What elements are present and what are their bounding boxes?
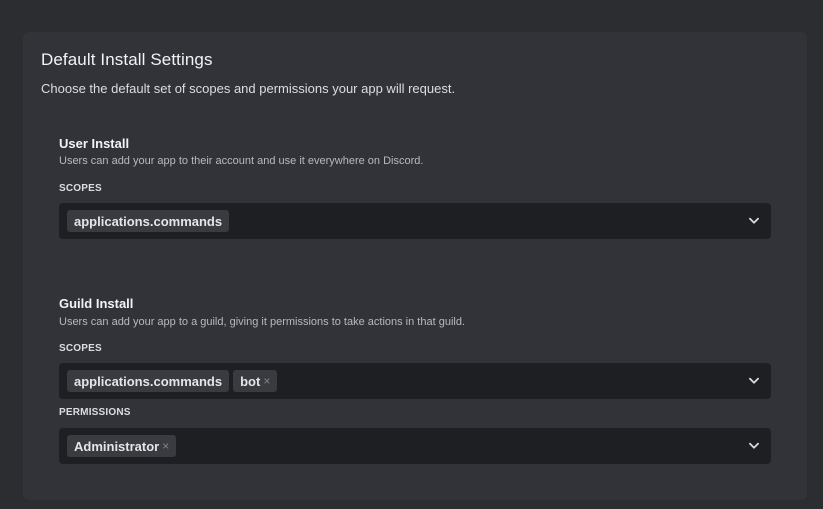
permission-chip: Administrator ×: [67, 435, 177, 457]
default-install-settings-panel: Default Install Settings Choose the defa…: [23, 32, 807, 500]
close-icon[interactable]: ×: [162, 439, 169, 453]
panel-description: Choose the default set of scopes and per…: [41, 81, 456, 96]
guild-install-permissions-label: PERMISSIONS: [59, 407, 131, 418]
chevron-down-icon[interactable]: [747, 439, 761, 453]
guild-install-scopes-select[interactable]: applications.commands bot ×: [59, 363, 771, 399]
guild-install-scopes-label: SCOPES: [59, 343, 102, 354]
chevron-down-icon[interactable]: [747, 214, 761, 228]
guild-install-permissions-select[interactable]: Administrator ×: [59, 428, 771, 464]
scope-chip: applications.commands: [67, 210, 230, 232]
scope-chip: bot ×: [233, 370, 278, 392]
user-install-title: User Install: [59, 136, 130, 151]
guild-install-title: Guild Install: [59, 296, 134, 311]
scope-chip-label: bot: [240, 373, 261, 389]
panel-title: Default Install Settings: [41, 50, 213, 69]
user-install-scopes-label: SCOPES: [59, 183, 102, 194]
user-install-description: Users can add your app to their account …: [59, 155, 424, 167]
chevron-down-icon[interactable]: [747, 374, 761, 388]
scope-chip-label: applications.commands: [74, 213, 223, 229]
scope-chip-label: applications.commands: [74, 373, 223, 389]
close-icon[interactable]: ×: [263, 374, 270, 388]
scope-chip: applications.commands: [67, 370, 230, 392]
permission-chip-label: Administrator: [74, 438, 160, 454]
guild-install-description: Users can add your app to a guild, givin…: [59, 316, 466, 328]
user-install-scopes-select[interactable]: applications.commands: [59, 203, 771, 239]
